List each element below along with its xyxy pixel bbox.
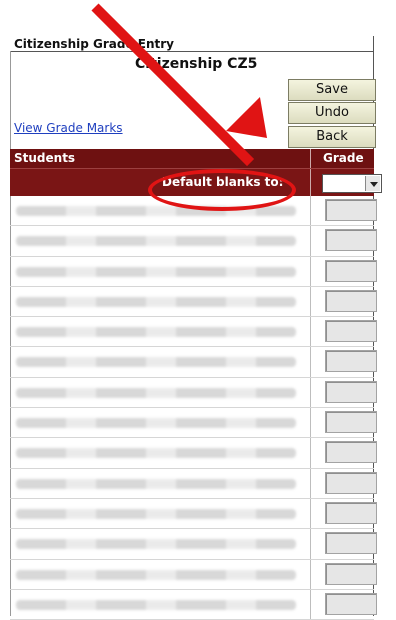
students-header: Students [14, 151, 76, 165]
annotation-arrow [91, 3, 255, 167]
table-row [10, 498, 377, 530]
grade-input[interactable] [325, 259, 377, 282]
redacted-student-info [16, 266, 296, 277]
redacted-student-info [16, 387, 296, 398]
header-divider [310, 149, 311, 168]
grade-input[interactable] [325, 320, 377, 343]
back-button[interactable]: Back [288, 126, 376, 148]
grade-input[interactable] [325, 592, 377, 615]
column-divider [310, 529, 311, 559]
default-row-divider [310, 169, 311, 196]
table-header: Students Grade [10, 149, 374, 168]
column-divider [310, 559, 311, 589]
page-title: Citizenship Grade Entry [14, 37, 174, 51]
redacted-student-info [16, 569, 296, 580]
column-divider [310, 196, 311, 226]
grade-input[interactable] [325, 562, 377, 585]
grade-input[interactable] [325, 350, 377, 373]
table-row [10, 226, 377, 257]
redacted-student-info [16, 448, 296, 459]
student-rows [10, 196, 377, 620]
redacted-student-info [16, 296, 296, 307]
grade-input[interactable] [325, 380, 377, 403]
grade-header: Grade [323, 151, 364, 165]
grade-input[interactable] [325, 229, 377, 252]
default-grade-select[interactable] [322, 174, 382, 193]
redacted-student-info [16, 478, 296, 489]
table-row [10, 408, 377, 439]
redacted-student-info [16, 539, 296, 550]
grade-input[interactable] [325, 441, 377, 464]
column-divider [310, 498, 311, 529]
redacted-student-info [16, 327, 296, 338]
column-divider [310, 226, 311, 256]
table-row [10, 286, 377, 318]
table-row [10, 377, 377, 409]
column-divider [310, 286, 311, 317]
table-row [10, 559, 377, 590]
redacted-student-info [16, 236, 296, 247]
grade-input[interactable] [325, 471, 377, 494]
table-row [10, 347, 377, 378]
undo-button[interactable]: Undo [288, 102, 376, 124]
column-divider [310, 256, 311, 286]
grade-input[interactable] [325, 199, 377, 221]
grade-input[interactable] [325, 411, 377, 434]
column-divider [310, 347, 311, 377]
table-row [10, 317, 377, 348]
title-divider [10, 51, 374, 52]
table-row [10, 589, 377, 620]
table-row [10, 468, 377, 499]
save-button[interactable]: Save [288, 79, 376, 101]
view-grade-marks-link[interactable]: View Grade Marks [14, 121, 123, 135]
column-divider [310, 468, 311, 498]
table-row [10, 256, 377, 287]
grade-input[interactable] [325, 532, 377, 555]
redacted-student-info [16, 357, 296, 368]
column-divider [310, 377, 311, 408]
column-divider [310, 408, 311, 438]
redacted-student-info [16, 599, 296, 610]
annotation-oval [148, 169, 296, 211]
grade-input[interactable] [325, 289, 377, 312]
column-divider [310, 317, 311, 347]
table-row [10, 438, 377, 469]
column-divider [310, 589, 311, 620]
table-row [10, 529, 377, 560]
redacted-student-info [16, 418, 296, 429]
column-divider [310, 438, 311, 468]
chevron-down-icon[interactable] [365, 176, 380, 191]
grade-input[interactable] [325, 501, 377, 524]
redacted-student-info [16, 508, 296, 519]
